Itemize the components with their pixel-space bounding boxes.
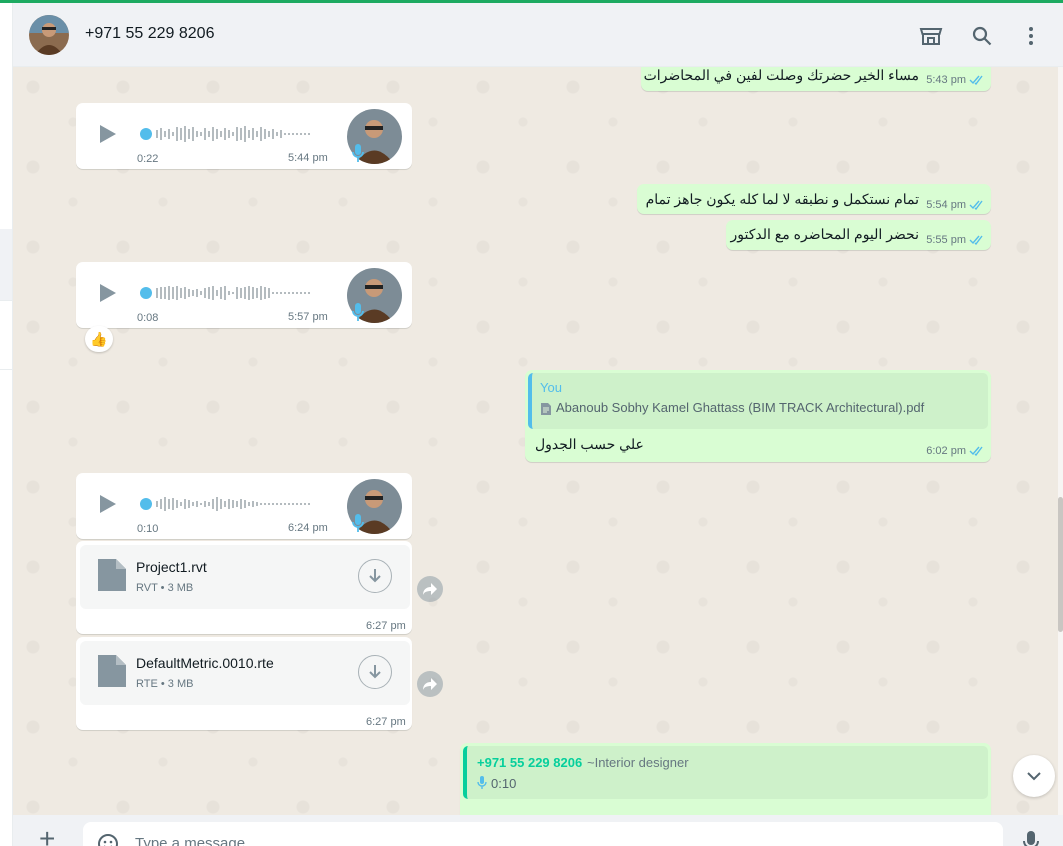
- document-icon: [541, 403, 551, 415]
- chat-header: +971 55 229 8206: [13, 3, 1063, 67]
- message-time: 6:24 pm: [288, 522, 328, 534]
- download-icon: [369, 569, 381, 583]
- message-out[interactable]: مساء الخير حضرتك وصلت لفين في المحاضرات …: [641, 67, 991, 91]
- voice-duration: 0:22: [137, 153, 159, 165]
- document-message[interactable]: Project1.rvt RVT • 3 MB 6:27 pm: [76, 541, 412, 634]
- attach-plus-icon[interactable]: +: [39, 825, 55, 846]
- play-icon[interactable]: [95, 492, 119, 516]
- download-icon: [369, 665, 381, 679]
- document-name: DefaultMetric.0010.rte: [136, 655, 274, 671]
- quoted-message[interactable]: You Abanoub Sobhy Kamel Ghattass (BIM TR…: [528, 373, 988, 429]
- microphone-icon: [352, 144, 364, 162]
- read-ticks-icon: [969, 75, 983, 85]
- download-button[interactable]: [358, 559, 392, 593]
- document-preview[interactable]: DefaultMetric.0010.rte RTE • 3 MB: [80, 641, 410, 705]
- forward-icon: [423, 678, 437, 690]
- message-time: 5:55 pm: [926, 234, 966, 246]
- quote-duration: 0:10: [491, 776, 517, 791]
- quote-filename: Abanoub Sobhy Kamel Ghattass (BIM TRACK …: [556, 400, 925, 415]
- microphone-icon: [352, 514, 364, 532]
- play-icon[interactable]: [95, 122, 119, 146]
- conversation-panel: مساء الخير حضرتك وصلت لفين في المحاضرات …: [13, 67, 1058, 815]
- document-meta: RVT • 3 MB: [136, 582, 194, 594]
- forward-button[interactable]: [417, 576, 443, 602]
- forward-icon: [423, 583, 437, 595]
- voice-duration: 0:10: [137, 523, 159, 535]
- message-text: علي حسب الجدول: [535, 436, 644, 452]
- message-placeholder: Type a message: [135, 835, 246, 846]
- scrollbar[interactable]: [1058, 67, 1063, 815]
- quoted-message[interactable]: +971 55 229 8206 ~Interior designer 0:10: [463, 746, 988, 799]
- waveform: [140, 286, 310, 300]
- play-icon[interactable]: [95, 281, 119, 305]
- message-time: 6:27 pm: [366, 620, 406, 632]
- message-text: تمام نستكمل و نطبقه لا لما كله يكون جاهز…: [645, 191, 919, 207]
- store-icon[interactable]: [918, 23, 944, 49]
- message-time: 6:27 pm: [366, 716, 406, 728]
- microphone-icon: [352, 303, 364, 321]
- message-text: مساء الخير حضرتك وصلت لفين في المحاضرات: [643, 67, 919, 83]
- scrollbar-thumb[interactable]: [1058, 497, 1063, 632]
- message-time: 6:02 pm: [926, 445, 966, 457]
- read-ticks-icon: [969, 200, 983, 210]
- contact-name[interactable]: +971 55 229 8206: [85, 25, 214, 43]
- whatsapp-window: +971 55 229 8206 مساء الخير حضرتك وصلت ل…: [0, 0, 1063, 846]
- search-icon[interactable]: [969, 23, 995, 49]
- file-icon: [98, 559, 126, 591]
- document-name: Project1.rvt: [136, 559, 207, 575]
- microphone-icon: [477, 776, 487, 789]
- voice-message[interactable]: 0:10 6:24 pm: [76, 473, 412, 539]
- message-text: نحضر اليوم المحاضره مع الدكتور: [730, 226, 919, 242]
- message-time: 5:57 pm: [288, 311, 328, 323]
- waveform: [140, 497, 310, 511]
- document-meta: RTE • 3 MB: [136, 678, 194, 690]
- document-message[interactable]: DefaultMetric.0010.rte RTE • 3 MB 6:27 p…: [76, 637, 412, 730]
- file-icon: [98, 655, 126, 687]
- scroll-down-button[interactable]: [1013, 755, 1055, 797]
- message-time: 5:43 pm: [926, 74, 966, 86]
- forward-button[interactable]: [417, 671, 443, 697]
- message-out-reply[interactable]: +971 55 229 8206 ~Interior designer 0:10: [460, 743, 991, 815]
- document-preview[interactable]: Project1.rvt RVT • 3 MB: [80, 545, 410, 609]
- read-ticks-icon: [969, 446, 983, 456]
- voice-message[interactable]: 0:22 5:44 pm: [76, 103, 412, 169]
- divider: [0, 369, 12, 370]
- message-out[interactable]: تمام نستكمل و نطبقه لا لما كله يكون جاهز…: [637, 184, 991, 214]
- quote-author: You: [540, 380, 562, 395]
- menu-dots-icon[interactable]: [1018, 23, 1044, 49]
- voice-message[interactable]: 0:08 5:57 pm: [76, 262, 412, 328]
- quote-author: +971 55 229 8206: [477, 755, 583, 770]
- message-out[interactable]: نحضر اليوم المحاضره مع الدكتور 5:55 pm: [726, 220, 991, 250]
- chevron-down-icon: [1027, 772, 1041, 781]
- read-ticks-icon: [969, 235, 983, 245]
- waveform: [140, 126, 310, 142]
- voice-duration: 0:08: [137, 312, 159, 324]
- download-button[interactable]: [358, 655, 392, 689]
- divider: [0, 300, 12, 301]
- avatar[interactable]: [29, 15, 69, 55]
- chat-list-edge: [0, 3, 13, 846]
- message-time: 5:54 pm: [926, 199, 966, 211]
- composer-bar: + Type a message: [13, 815, 1063, 846]
- message-out-reply[interactable]: You Abanoub Sobhy Kamel Ghattass (BIM TR…: [525, 370, 991, 462]
- message-time: 5:44 pm: [288, 152, 328, 164]
- reaction-badge[interactable]: 👍: [85, 326, 113, 352]
- selected-chat-edge[interactable]: [0, 229, 12, 301]
- emoji-icon[interactable]: [97, 833, 119, 846]
- quote-author-name: ~Interior designer: [587, 755, 689, 770]
- message-input[interactable]: Type a message: [83, 822, 1003, 846]
- microphone-icon[interactable]: [1021, 829, 1041, 846]
